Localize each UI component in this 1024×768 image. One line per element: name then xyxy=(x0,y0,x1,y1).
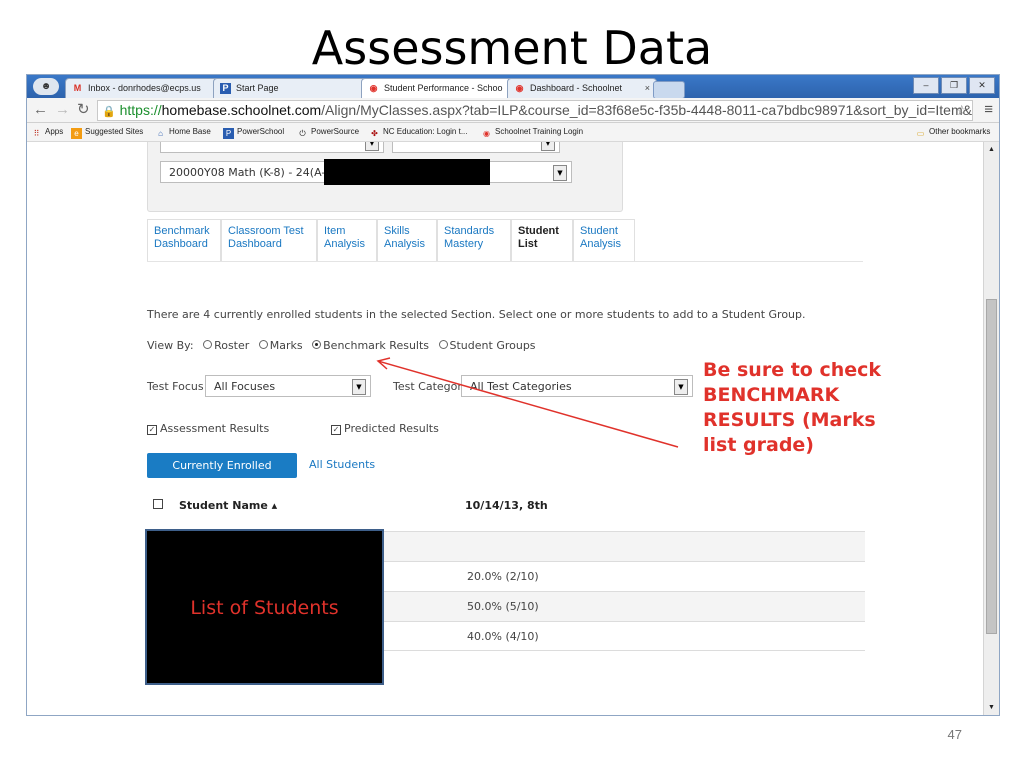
chevron-down-icon: ▼ xyxy=(365,142,379,151)
section-filter-panel: ▼ ▼ 20000Y08 Math (K-8) - 24(A-B) ▼ xyxy=(147,142,623,212)
browser-nav-bar: ← → ↻ 🔒 https://homebase.schoolnet.com/A… xyxy=(27,98,999,123)
table-header: Student Name ▴ 10/14/13, 8th xyxy=(147,499,865,529)
test-category-select[interactable]: All Test Categories ▼ xyxy=(461,375,693,397)
tab-skills-analysis[interactable]: Skills Analysis xyxy=(377,219,437,261)
browser-tab-dashboard[interactable]: ◉ Dashboard - Schoolnet × xyxy=(507,78,657,98)
window-controls: – ❐ ✕ xyxy=(913,77,995,94)
bookmark-schoolnet-training[interactable]: ◉ Schoolnet Training Login xyxy=(481,126,583,139)
user-avatar-icon[interactable]: ☻ xyxy=(33,78,59,95)
radio-roster[interactable] xyxy=(203,340,213,349)
slide-number: 47 xyxy=(947,727,962,742)
radio-student-groups[interactable] xyxy=(438,340,448,349)
test-focus-label: Test Focus xyxy=(147,380,204,393)
radio-benchmark-results[interactable] xyxy=(312,340,322,349)
folder-icon: ▭ xyxy=(916,129,925,138)
forward-arrow-icon[interactable]: → xyxy=(55,100,70,120)
test-category-label: Test Category xyxy=(393,380,469,393)
bookmark-suggested-sites[interactable]: e Suggested Sites xyxy=(71,126,143,139)
menu-icon[interactable]: ≡ xyxy=(984,100,993,120)
bookmark-other[interactable]: ▭ Other bookmarks xyxy=(915,126,991,139)
student-name-header[interactable]: Student Name ▴ xyxy=(179,499,277,512)
test-focus-select[interactable]: All Focuses ▼ xyxy=(205,375,371,397)
schoolnet-icon: ◉ xyxy=(515,83,524,93)
teacher-select[interactable]: ▼ xyxy=(392,142,560,153)
new-tab-button[interactable] xyxy=(653,81,685,99)
tab-benchmark-dashboard[interactable]: Benchmark Dashboard xyxy=(147,219,221,261)
bookmark-star-icon[interactable]: ☆ xyxy=(955,101,968,120)
browser-tab-inbox[interactable]: M Inbox - donrhodes@ecps.us × xyxy=(65,78,235,98)
bookmark-apps[interactable]: ⠿ Apps xyxy=(31,126,64,139)
minimize-icon[interactable]: – xyxy=(913,77,939,94)
suggested-sites-icon: e xyxy=(71,128,82,139)
bookmark-home-base[interactable]: ⌂ Home Base xyxy=(155,126,211,139)
powerschool-icon: P xyxy=(223,128,234,139)
enrolled-info-text: There are 4 currently enrolled students … xyxy=(147,308,806,321)
lock-icon: 🔒 xyxy=(102,106,116,118)
view-by-group: View By: Roster Marks Benchmark Results … xyxy=(147,339,536,352)
predicted-results-checkbox[interactable]: ✓ Predicted Results xyxy=(331,422,439,435)
select-all-checkbox[interactable] xyxy=(153,499,163,509)
currently-enrolled-button[interactable]: Currently Enrolled Students xyxy=(147,453,297,497)
radio-marks[interactable] xyxy=(258,340,268,349)
gmail-icon: M xyxy=(73,83,82,93)
powerschool-icon: P xyxy=(220,83,231,94)
checkbox-icon: ✓ xyxy=(147,425,157,435)
bookmarks-bar: ⠿ Apps e Suggested Sites ⌂ Home Base P Power… xyxy=(27,123,999,142)
nc-education-icon: ✤ xyxy=(371,129,378,138)
student-list-redaction: List of Students xyxy=(145,529,384,685)
maximize-icon[interactable]: ❐ xyxy=(941,77,967,94)
back-arrow-icon[interactable]: ← xyxy=(33,100,48,120)
scroll-down-icon[interactable]: ▼ xyxy=(988,704,995,711)
date-column-header: 10/14/13, 8th xyxy=(465,499,548,512)
slide-title: Assessment Data xyxy=(311,21,713,75)
tab-standards-mastery[interactable]: Standards Mastery xyxy=(437,219,511,261)
school-select[interactable]: ▼ xyxy=(160,142,384,153)
sort-up-icon: ▴ xyxy=(271,499,278,512)
bookmark-powersource[interactable]: ⏻ PowerSource xyxy=(297,126,359,139)
all-students-link[interactable]: All Students xyxy=(309,458,375,471)
close-window-icon[interactable]: ✕ xyxy=(969,77,995,94)
close-icon[interactable]: × xyxy=(645,79,650,98)
chevron-down-icon: ▼ xyxy=(553,165,567,181)
callout-text: Be sure to check BENCHMARK RESULTS (Mark… xyxy=(703,359,882,456)
apps-grid-icon: ⠿ xyxy=(33,129,40,138)
schoolnet-icon: ◉ xyxy=(369,83,378,93)
chevron-down-icon: ▼ xyxy=(541,142,555,151)
tab-classroom-test-dashboard[interactable]: Classroom Test Dashboard xyxy=(221,219,317,261)
tab-item-analysis[interactable]: Item Analysis xyxy=(317,219,377,261)
reload-icon[interactable]: ↻ xyxy=(77,100,90,120)
bookmark-nc-education[interactable]: ✤ NC Education: Login t... xyxy=(369,126,467,139)
tab-student-analysis[interactable]: Student Analysis xyxy=(573,219,635,261)
power-icon: ⏻ xyxy=(299,129,306,138)
analysis-tabs: Benchmark Dashboard Classroom Test Dashboa… xyxy=(147,219,863,262)
schoolnet-icon: ◉ xyxy=(483,129,490,138)
redacted-course-name xyxy=(324,159,490,185)
browser-tab-bar: ☻ M Inbox - donrhodes@ecps.us × P Start … xyxy=(27,75,999,99)
scrollbar-thumb[interactable] xyxy=(986,299,997,634)
assessment-results-checkbox[interactable]: ✓ Assessment Results xyxy=(147,422,269,435)
vertical-scrollbar[interactable]: ▲ ▼ xyxy=(983,142,999,715)
address-bar[interactable]: 🔒 https://homebase.schoolnet.com/Align/M… xyxy=(97,100,973,121)
tab-student-list[interactable]: Student List xyxy=(511,219,573,261)
bookmark-powerschool[interactable]: P PowerSchool xyxy=(223,126,284,139)
chevron-down-icon: ▼ xyxy=(674,379,688,395)
home-base-icon: ⌂ xyxy=(158,129,163,138)
student-list-label: List of Students xyxy=(190,597,339,619)
scroll-up-icon[interactable]: ▲ xyxy=(988,146,995,153)
checkbox-icon: ✓ xyxy=(331,425,341,435)
chevron-down-icon: ▼ xyxy=(352,379,366,395)
browser-tab-start-page[interactable]: P Start Page × xyxy=(213,78,385,98)
